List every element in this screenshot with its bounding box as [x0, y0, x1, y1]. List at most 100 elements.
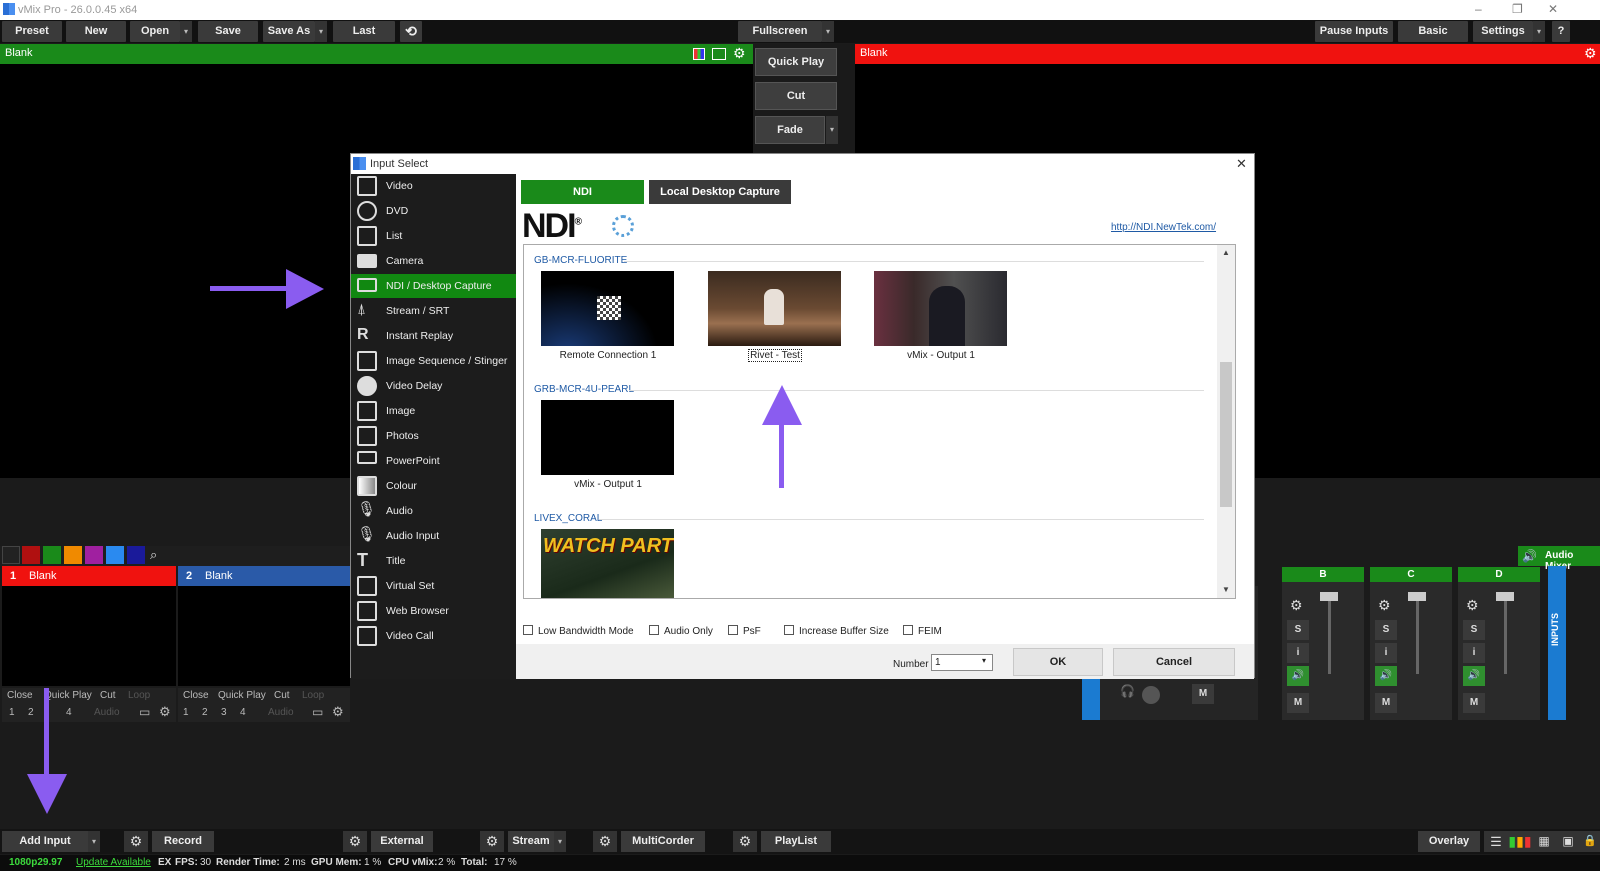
overlay-button[interactable]: Overlay — [1418, 831, 1480, 852]
close-icon[interactable]: ✕ — [1548, 2, 1558, 16]
feim-checkbox[interactable]: FEIM — [903, 625, 942, 637]
refresh-icon[interactable]: ⟲ — [400, 21, 422, 42]
bus-c-gear-icon[interactable]: ⚙ — [1378, 597, 1391, 614]
category-instant-replay[interactable]: R Instant Replay — [351, 324, 516, 348]
audio-only-checkbox[interactable]: Audio Only — [649, 625, 713, 637]
help-button[interactable]: ? — [1552, 21, 1570, 42]
input-2-overlay-4[interactable]: 4 — [240, 707, 246, 718]
input-2-loop-button[interactable]: Loop — [302, 690, 324, 701]
input-1-overlay-1[interactable]: 1 — [9, 707, 15, 718]
scroll-up-icon[interactable]: ▲ — [1222, 248, 1230, 257]
low-bandwidth-checkbox[interactable]: Low Bandwidth Mode — [523, 625, 634, 637]
bus-d-info-button[interactable]: i — [1463, 643, 1485, 663]
category-photos[interactable]: Photos — [351, 424, 516, 448]
input-1-monitor-icon[interactable]: ▭ — [139, 705, 150, 719]
input-1-close-button[interactable]: Close — [7, 690, 33, 701]
preset-button[interactable]: Preset — [2, 21, 62, 42]
category-audio[interactable]: 🎙 Audio — [351, 499, 516, 523]
audio-mixer-header[interactable]: 🔊 Audio Mixer — [1518, 546, 1600, 572]
stream-button[interactable]: Stream — [508, 831, 554, 852]
search-icon[interactable]: ⌕ — [150, 547, 157, 563]
bus-b-header[interactable]: B — [1282, 567, 1364, 582]
open-button[interactable]: Open — [130, 21, 180, 42]
fullscreen-dropdown-icon[interactable]: ▾ — [822, 21, 834, 42]
tab-local-desktop-capture[interactable]: Local Desktop Capture — [649, 180, 791, 204]
save-button[interactable]: Save — [198, 21, 258, 42]
external-button[interactable]: External — [371, 831, 433, 852]
audio-levels-icon[interactable]: ▮▮▮ — [1508, 831, 1532, 852]
source-label[interactable]: vMix - Output 1 — [861, 350, 1021, 361]
headphones-icon[interactable]: 🎧 — [1120, 684, 1135, 698]
category-video-call[interactable]: Video Call — [351, 624, 516, 648]
bus-d-mute-button[interactable]: M — [1463, 693, 1485, 713]
input-2-cut-button[interactable]: Cut — [274, 690, 290, 701]
open-dropdown-icon[interactable]: ▾ — [180, 21, 192, 42]
list-view-icon[interactable]: ☰ — [1484, 831, 1508, 852]
input-1-cut-button[interactable]: Cut — [100, 690, 116, 701]
color-swatch-purple[interactable] — [85, 546, 103, 564]
source-label[interactable]: Remote Connection 1 — [528, 350, 688, 361]
quick-play-button[interactable]: Quick Play — [755, 48, 837, 76]
bus-d-gear-icon[interactable]: ⚙ — [1466, 597, 1479, 614]
record-button[interactable]: Record — [152, 831, 214, 852]
bus-d-fader-handle[interactable] — [1496, 592, 1514, 601]
bus-b-gear-icon[interactable]: ⚙ — [1290, 597, 1303, 614]
category-audio-input[interactable]: 🎙 Audio Input — [351, 524, 516, 548]
category-video-delay[interactable]: Video Delay — [351, 374, 516, 398]
input-2-overlay-2[interactable]: 2 — [202, 707, 208, 718]
color-swatch-blue[interactable] — [106, 546, 124, 564]
minimize-icon[interactable]: – — [1475, 2, 1482, 16]
input-2-settings-gear-icon[interactable]: ⚙ — [332, 704, 344, 720]
bus-c-header[interactable]: C — [1370, 567, 1452, 582]
fade-button[interactable]: Fade — [755, 116, 825, 144]
input-1-thumbnail[interactable] — [2, 586, 176, 686]
cancel-button[interactable]: Cancel — [1113, 648, 1235, 676]
category-colour[interactable]: Colour — [351, 474, 516, 498]
input-2-thumbnail[interactable] — [178, 586, 350, 686]
category-image-sequence-stinger[interactable]: Image Sequence / Stinger — [351, 349, 516, 373]
input-2-overlay-3[interactable]: 3 — [221, 707, 227, 718]
category-virtual-set[interactable]: Virtual Set — [351, 574, 516, 598]
stream-dropdown-icon[interactable]: ▾ — [554, 831, 566, 852]
category-web-browser[interactable]: Web Browser — [351, 599, 516, 623]
source-thumbnail[interactable] — [708, 271, 841, 346]
bus-d-header[interactable]: D — [1458, 567, 1540, 582]
multicorder-settings-gear-icon[interactable]: ⚙ — [593, 831, 617, 852]
source-thumbnail[interactable] — [541, 271, 674, 346]
screen-capture-icon[interactable]: ▣ — [1556, 831, 1580, 852]
input-1-overlay-4[interactable]: 4 — [66, 707, 72, 718]
input-1-settings-gear-icon[interactable]: ⚙ — [159, 704, 171, 720]
color-correction-icon[interactable] — [693, 48, 705, 60]
category-stream-srt[interactable]: ⍋ Stream / SRT — [351, 299, 516, 323]
input-1-audio-button[interactable]: Audio — [94, 707, 120, 718]
pause-inputs-button[interactable]: Pause Inputs — [1315, 21, 1393, 42]
input-1-quick-play-button[interactable]: Quick Play — [44, 690, 92, 701]
ndi-website-link[interactable]: http://NDI.NewTek.com/ — [1111, 222, 1216, 233]
record-settings-gear-icon[interactable]: ⚙ — [124, 831, 148, 852]
source-thumbnail[interactable]: WATCH PARTY — [541, 529, 674, 598]
color-swatch-orange[interactable] — [64, 546, 82, 564]
playlist-settings-gear-icon[interactable]: ⚙ — [733, 831, 757, 852]
multicorder-button[interactable]: MultiCorder — [621, 831, 705, 852]
number-select[interactable]: 1 ▾ — [931, 654, 993, 671]
grid-view-icon[interactable]: ▦ — [1532, 831, 1556, 852]
last-button[interactable]: Last — [333, 21, 395, 42]
scroll-down-icon[interactable]: ▼ — [1222, 585, 1230, 594]
maximize-icon[interactable]: ❐ — [1512, 2, 1523, 16]
master-mute-button[interactable]: M — [1192, 684, 1214, 704]
category-video[interactable]: Video — [351, 174, 516, 198]
cut-button[interactable]: Cut — [755, 82, 837, 110]
bus-c-solo-button[interactable]: S — [1375, 620, 1397, 640]
input-2-audio-button[interactable]: Audio — [268, 707, 294, 718]
update-available-link[interactable]: Update Available — [76, 857, 151, 868]
external-settings-gear-icon[interactable]: ⚙ — [343, 831, 367, 852]
fullscreen-button[interactable]: Fullscreen — [738, 21, 822, 42]
category-camera[interactable]: Camera — [351, 249, 516, 273]
category-powerpoint[interactable]: PowerPoint — [351, 449, 516, 473]
multiview-icon[interactable] — [712, 48, 726, 60]
bus-b-info-button[interactable]: i — [1287, 643, 1309, 663]
fade-dropdown-icon[interactable]: ▾ — [826, 116, 838, 144]
add-input-button[interactable]: Add Input — [2, 831, 88, 852]
input-2-header[interactable]: 2 Blank — [178, 566, 350, 586]
bus-b-mute-button[interactable]: M — [1287, 693, 1309, 713]
